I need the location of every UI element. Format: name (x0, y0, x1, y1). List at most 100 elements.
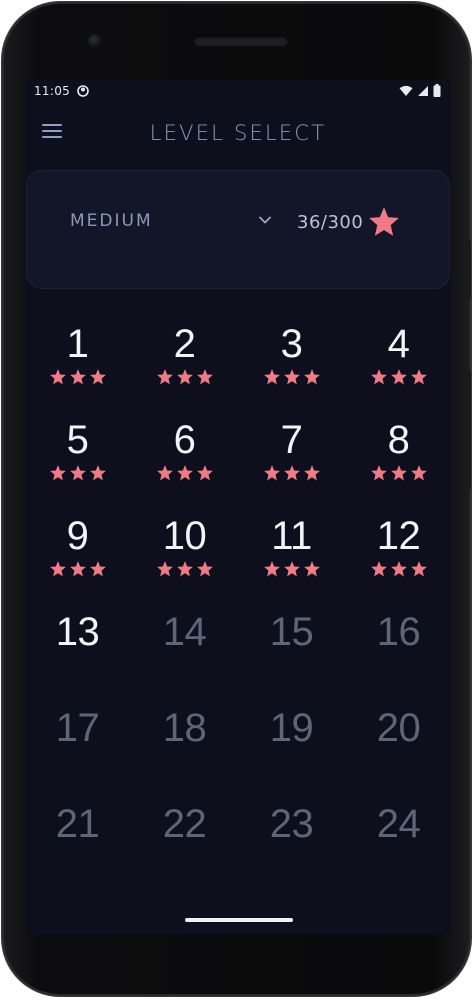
level-grid: 1 2 3 4 5 6 7 8 9 10 11 12 13 14 15 16 17 18 19 20 21 22 23 24 (25, 322, 451, 898)
home-indicator[interactable] (185, 918, 293, 922)
level-10-button[interactable]: 10 (131, 514, 238, 610)
level-stars (25, 656, 131, 674)
level-number: 9 (66, 514, 89, 558)
star-icon (303, 465, 320, 481)
phone-frame: 11:05 LEVEL SELECT MEDIUM 36/300 1 2 3 4… (2, 2, 471, 996)
star-icon (196, 561, 213, 577)
star-icon (69, 369, 86, 385)
level-number: 24 (376, 802, 421, 846)
level-number: 8 (387, 418, 410, 462)
star-icon (176, 561, 193, 577)
app-bar: LEVEL SELECT (25, 104, 451, 160)
level-stars (131, 656, 238, 674)
level-24-button: 24 (345, 802, 451, 898)
level-number: 20 (376, 706, 421, 750)
level-13-button[interactable]: 13 (25, 610, 131, 706)
level-stars (238, 848, 345, 866)
level-6-button[interactable]: 6 (131, 418, 238, 514)
level-19-button: 19 (238, 706, 345, 802)
level-stars (238, 560, 345, 578)
star-icon (156, 561, 173, 577)
level-stars (25, 368, 131, 386)
level-2-button[interactable]: 2 (131, 322, 238, 418)
level-stars (238, 656, 345, 674)
level-number: 13 (55, 610, 100, 654)
level-number: 6 (173, 418, 196, 462)
star-icon (263, 369, 280, 385)
screen: 11:05 LEVEL SELECT MEDIUM 36/300 1 2 3 4… (25, 80, 451, 934)
star-total: 36/300 (297, 205, 401, 239)
level-number: 3 (280, 322, 303, 366)
level-stars (345, 848, 451, 866)
star-icon (89, 465, 106, 481)
level-stars (131, 752, 238, 770)
level-stars (131, 560, 238, 578)
cell-signal-icon (418, 85, 428, 96)
level-number: 15 (269, 610, 314, 654)
star-icon (369, 207, 400, 236)
star-icon (69, 465, 86, 481)
level-number: 1 (66, 322, 89, 366)
level-23-button: 23 (238, 802, 345, 898)
star-icon (89, 561, 106, 577)
level-number: 22 (162, 802, 207, 846)
level-14-button: 14 (131, 610, 238, 706)
level-5-button[interactable]: 5 (25, 418, 131, 514)
level-number: 10 (162, 514, 207, 558)
difficulty-card: MEDIUM 36/300 (26, 170, 450, 289)
level-stars (131, 368, 238, 386)
level-8-button[interactable]: 8 (345, 418, 451, 514)
difficulty-dropdown[interactable]: MEDIUM (70, 209, 280, 233)
level-number: 23 (269, 802, 314, 846)
level-11-button[interactable]: 11 (238, 514, 345, 610)
star-icon (263, 465, 280, 481)
level-number: 17 (55, 706, 100, 750)
star-icon (176, 465, 193, 481)
battery-icon (433, 84, 441, 97)
level-stars (345, 752, 451, 770)
level-stars (238, 464, 345, 482)
chevron-down-icon (259, 216, 271, 224)
level-number: 18 (162, 706, 207, 750)
level-4-button[interactable]: 4 (345, 322, 451, 418)
star-icon (196, 369, 213, 385)
level-12-button[interactable]: 12 (345, 514, 451, 610)
level-9-button[interactable]: 9 (25, 514, 131, 610)
star-total-count: 36/300 (297, 211, 364, 233)
star-icon (370, 369, 387, 385)
star-icon (410, 465, 427, 481)
star-icon (283, 369, 300, 385)
power-button (465, 240, 471, 300)
level-number: 16 (376, 610, 421, 654)
star-icon (156, 465, 173, 481)
level-number: 5 (66, 418, 89, 462)
level-21-button: 21 (25, 802, 131, 898)
star-icon (176, 369, 193, 385)
volume-button (465, 370, 471, 490)
earpiece-speaker (194, 36, 288, 46)
star-icon (283, 561, 300, 577)
level-17-button: 17 (25, 706, 131, 802)
level-7-button[interactable]: 7 (238, 418, 345, 514)
level-stars (345, 464, 451, 482)
level-stars (238, 752, 345, 770)
status-bar: 11:05 (25, 80, 451, 104)
star-icon (196, 465, 213, 481)
level-stars (131, 464, 238, 482)
level-number: 2 (173, 322, 196, 366)
level-stars (345, 368, 451, 386)
status-time: 11:05 (34, 84, 71, 98)
level-15-button: 15 (238, 610, 345, 706)
star-icon (390, 369, 407, 385)
level-stars (345, 656, 451, 674)
star-icon (69, 561, 86, 577)
level-16-button: 16 (345, 610, 451, 706)
level-3-button[interactable]: 3 (238, 322, 345, 418)
star-icon (303, 561, 320, 577)
star-icon (283, 465, 300, 481)
level-number: 12 (376, 514, 421, 558)
star-icon (49, 465, 66, 481)
star-icon (49, 561, 66, 577)
level-1-button[interactable]: 1 (25, 322, 131, 418)
star-icon (390, 465, 407, 481)
